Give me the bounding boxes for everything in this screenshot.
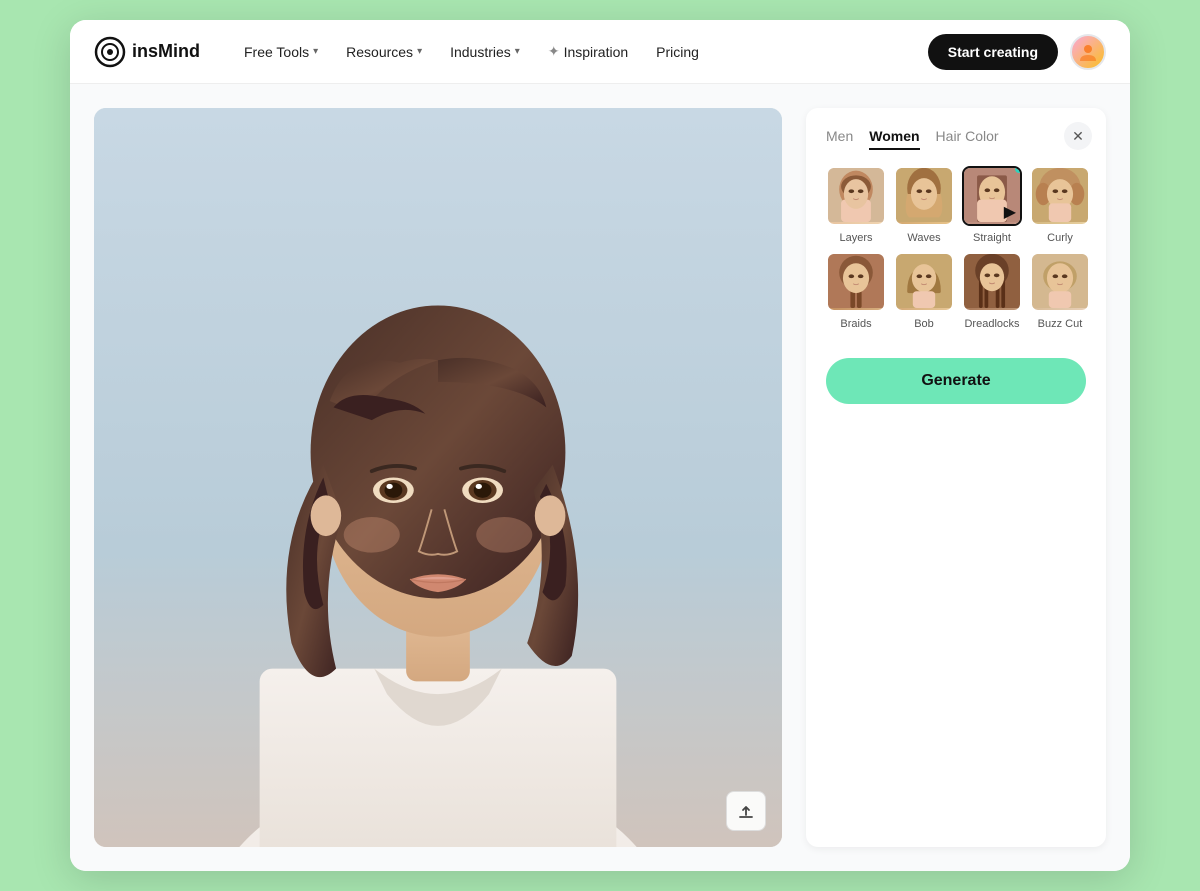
tab-row: Men Women Hair Color	[826, 128, 1086, 150]
avatar[interactable]	[1070, 34, 1106, 70]
hair-thumb-braids	[826, 252, 886, 312]
hair-style-straight[interactable]: ▶ Straight	[962, 166, 1022, 244]
chevron-down-icon: ▾	[313, 46, 318, 57]
nav-inspiration[interactable]: ✦ Inspiration	[536, 35, 640, 68]
image-panel	[94, 108, 782, 847]
curly-preview	[1032, 168, 1088, 224]
upload-icon	[737, 802, 755, 820]
portrait-svg	[94, 108, 782, 847]
hair-style-bob[interactable]: Bob	[894, 252, 954, 330]
hair-thumb-straight: ▶	[962, 166, 1022, 226]
close-button[interactable]: ✕	[1064, 122, 1092, 150]
generate-button[interactable]: Generate	[826, 358, 1086, 404]
hair-thumb-dreadlocks	[962, 252, 1022, 312]
layers-preview	[828, 168, 884, 224]
tab-women[interactable]: Women	[869, 128, 919, 150]
hair-style-curly[interactable]: Curly	[1030, 166, 1090, 244]
chevron-down-icon: ▾	[417, 46, 422, 57]
nav-resources[interactable]: Resources ▾	[334, 36, 434, 68]
hair-style-buzz-cut[interactable]: Buzz Cut	[1030, 252, 1090, 330]
hair-thumb-bob	[894, 252, 954, 312]
hair-style-grid: Layers	[826, 166, 1086, 330]
upload-button[interactable]	[726, 791, 766, 831]
resources-label: Resources	[346, 44, 413, 60]
industries-label: Industries	[450, 44, 511, 60]
straight-preview	[964, 168, 1020, 224]
hair-thumb-curly	[1030, 166, 1090, 226]
logo-text: insMind	[132, 41, 200, 62]
hair-thumb-buzz-cut	[1030, 252, 1090, 312]
waves-preview	[896, 168, 952, 224]
logo[interactable]: insMind	[94, 36, 200, 68]
inspiration-label: Inspiration	[564, 44, 629, 60]
photo-container	[94, 108, 782, 847]
hair-label-bob: Bob	[914, 318, 934, 330]
hair-label-braids: Braids	[840, 318, 871, 330]
dreadlocks-preview	[964, 254, 1020, 310]
nav-actions: Start creating	[928, 34, 1106, 70]
hair-thumb-waves	[894, 166, 954, 226]
hair-thumb-layers	[826, 166, 886, 226]
hair-style-braids[interactable]: Braids	[826, 252, 886, 330]
user-icon	[1077, 41, 1099, 63]
nav-links: Free Tools ▾ Resources ▾ Industries ▾ ✦ …	[232, 35, 928, 68]
hair-style-waves[interactable]: Waves	[894, 166, 954, 244]
braids-preview	[828, 254, 884, 310]
navbar: insMind Free Tools ▾ Resources ▾ Industr…	[70, 20, 1130, 84]
bob-preview	[896, 254, 952, 310]
hair-label-layers: Layers	[839, 232, 872, 244]
spark-icon: ✦	[548, 43, 560, 60]
hair-label-dreadlocks: Dreadlocks	[964, 318, 1019, 330]
start-creating-button[interactable]: Start creating	[928, 34, 1058, 70]
logo-icon	[94, 36, 126, 68]
hair-label-buzz-cut: Buzz Cut	[1038, 318, 1083, 330]
free-tools-label: Free Tools	[244, 44, 309, 60]
tab-hair-color[interactable]: Hair Color	[936, 128, 999, 150]
hair-style-dreadlocks[interactable]: Dreadlocks	[962, 252, 1022, 330]
tab-men[interactable]: Men	[826, 128, 853, 150]
nav-free-tools[interactable]: Free Tools ▾	[232, 36, 330, 68]
style-panel: ✕ Men Women Hair Color	[806, 108, 1106, 847]
nav-industries[interactable]: Industries ▾	[438, 36, 532, 68]
hair-style-layers[interactable]: Layers	[826, 166, 886, 244]
browser-window: insMind Free Tools ▾ Resources ▾ Industr…	[70, 20, 1130, 871]
selection-dot	[1015, 166, 1022, 173]
hair-label-curly: Curly	[1047, 232, 1073, 244]
nav-pricing[interactable]: Pricing	[644, 36, 711, 68]
hair-label-straight: Straight	[973, 232, 1011, 244]
chevron-down-icon: ▾	[515, 46, 520, 57]
pricing-label: Pricing	[656, 44, 699, 60]
hair-label-waves: Waves	[907, 232, 940, 244]
main-content: ✕ Men Women Hair Color	[70, 84, 1130, 871]
buzzcut-preview	[1032, 254, 1088, 310]
